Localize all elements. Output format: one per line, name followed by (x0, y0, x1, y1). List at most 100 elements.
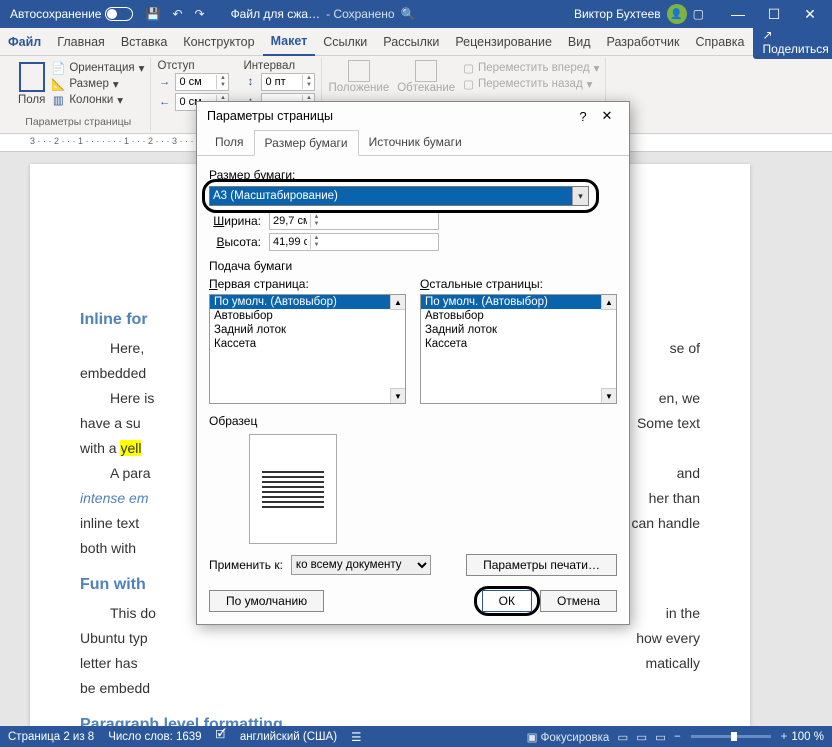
saved-status: - Сохранено (326, 7, 394, 21)
tab-home[interactable]: Главная (49, 29, 113, 55)
default-button[interactable]: По умолчанию (209, 590, 324, 612)
user-name: Виктор Бухтеев (574, 7, 661, 21)
undo-icon[interactable]: ↶ (166, 3, 188, 25)
statusbar: Страница 2 из 8 Число слов: 1639 🗹 англи… (0, 726, 832, 747)
dialog-help-icon[interactable]: ? (571, 109, 595, 124)
status-proofing-icon[interactable]: 🗹 (216, 727, 226, 746)
status-page[interactable]: Страница 2 из 8 (8, 731, 94, 743)
scroll-down-icon[interactable]: ▼ (601, 388, 616, 403)
scroll-up-icon[interactable]: ▲ (601, 295, 616, 310)
ok-button[interactable]: ОК (482, 590, 532, 612)
tab-design[interactable]: Конструктор (175, 29, 262, 55)
read-mode-icon[interactable]: ▭ (617, 730, 628, 744)
zoom-out-icon[interactable]: − (674, 731, 681, 743)
save-icon[interactable]: 💾 (139, 3, 166, 25)
maximize-icon[interactable]: ☐ (756, 6, 792, 23)
tab-references[interactable]: Ссылки (315, 29, 375, 55)
move-backward-button: ▢ Переместить назад ▾ (463, 76, 599, 92)
cancel-button[interactable]: Отмена (540, 590, 617, 612)
minimize-icon[interactable]: — (720, 6, 756, 23)
wrap-button: Обтекание (397, 60, 455, 94)
list-item[interactable]: Задний лоток (210, 323, 405, 337)
preview-label: Образец (209, 414, 617, 428)
scroll-down-icon[interactable]: ▼ (390, 388, 405, 403)
tab-file[interactable]: Файл (0, 29, 49, 55)
height-label: Высота: (209, 235, 269, 249)
web-layout-icon[interactable]: ▭ (655, 730, 666, 744)
dialog-tab-paper[interactable]: Размер бумаги (254, 130, 359, 156)
ribbon-group-label: Параметры страницы (12, 116, 144, 129)
columns-button[interactable]: ▥Колонки ▾ (51, 92, 144, 108)
zoom-in-icon[interactable]: + (781, 731, 788, 743)
list-item[interactable]: По умолч. (Автовыбор) (421, 295, 616, 309)
chevron-down-icon[interactable]: ▾ (572, 187, 588, 205)
ribbon-group-page: Поля 📄Ориентация ▾ 📐Размер ▾ ▥Колонки ▾ … (6, 58, 151, 131)
first-page-label: Первая страница: (209, 277, 406, 291)
heading-paragraph: Paragraph level formatting (80, 713, 700, 726)
dialog-tab-margins[interactable]: Поля (205, 130, 254, 155)
menu-tabs: Файл Главная Вставка Конструктор Макет С… (0, 28, 832, 56)
spacing-before-input[interactable]: ▲▼ (261, 73, 315, 91)
dialog-titlebar: Параметры страницы ? ✕ (197, 102, 629, 130)
list-item[interactable]: Кассета (210, 337, 405, 351)
ribbon-display-icon[interactable]: ▢ (687, 3, 710, 25)
page-setup-dialog: Параметры страницы ? ✕ Поля Размер бумаг… (196, 101, 630, 625)
print-layout-icon[interactable]: ▭ (636, 730, 647, 744)
toggle-icon[interactable] (105, 7, 133, 21)
list-item[interactable]: По умолч. (Автовыбор) (210, 295, 405, 309)
paper-size-value: A3 (Масштабирование) (213, 190, 338, 202)
dialog-title-text: Параметры страницы (207, 109, 571, 123)
width-label: Ширина: (209, 214, 269, 228)
zoom-slider[interactable] (691, 735, 771, 738)
search-icon[interactable]: 🔍 (395, 3, 422, 25)
position-button: Положение (328, 60, 389, 94)
titlebar: Автосохранение 💾 ↶ ↷ Файл для сжа… - Сох… (0, 0, 832, 28)
spacing-label: Интервал (243, 60, 315, 72)
margins-button[interactable]: Поля (12, 60, 51, 116)
indent-label: Отступ (157, 60, 229, 72)
user-account[interactable]: Виктор Бухтеев 👤 (574, 4, 687, 24)
paper-size-select[interactable]: A3 (Масштабирование) ▾ (209, 186, 589, 206)
height-input[interactable]: ▲▼ (269, 233, 439, 251)
print-params-button[interactable]: Параметры печати… (466, 554, 617, 576)
orientation-button[interactable]: 📄Ориентация ▾ (51, 60, 144, 76)
tab-view[interactable]: Вид (560, 29, 599, 55)
dialog-tab-source[interactable]: Источник бумаги (359, 130, 472, 155)
width-input[interactable]: ▲▼ (269, 212, 439, 230)
indent-left-input[interactable]: ▲▼ (175, 73, 229, 91)
paper-size-label: Размер бумаги: (209, 168, 617, 182)
tab-mailings[interactable]: Рассылки (375, 29, 447, 55)
dialog-close-icon[interactable]: ✕ (595, 108, 619, 124)
other-pages-label: Остальные страницы: (420, 277, 617, 291)
share-button[interactable]: ↗ Поделиться (753, 25, 832, 59)
preview-icon (249, 434, 337, 544)
tab-developer[interactable]: Разработчик (599, 29, 688, 55)
tab-help[interactable]: Справка (687, 29, 752, 55)
dialog-tabs: Поля Размер бумаги Источник бумаги (197, 130, 629, 156)
close-icon[interactable]: ✕ (792, 6, 828, 23)
list-item[interactable]: Автовыбор (210, 309, 405, 323)
focus-mode-button[interactable]: ▣ Фокусировка (527, 730, 610, 744)
apply-select[interactable]: ко всему документу (291, 555, 431, 575)
margins-label: Поля (18, 94, 45, 106)
scroll-up-icon[interactable]: ▲ (390, 295, 405, 310)
redo-icon[interactable]: ↷ (189, 3, 211, 25)
feed-label: Подача бумаги (209, 259, 617, 273)
zoom-level[interactable]: 100 % (791, 731, 824, 743)
tab-layout[interactable]: Макет (263, 28, 316, 56)
list-item[interactable]: Кассета (421, 337, 616, 351)
tab-insert[interactable]: Вставка (113, 29, 175, 55)
other-pages-listbox[interactable]: ▲ По умолч. (Автовыбор) Автовыбор Задний… (420, 294, 617, 404)
size-button[interactable]: 📐Размер ▾ (51, 76, 144, 92)
status-language[interactable]: английский (США) (240, 731, 337, 743)
filename: Файл для сжа… (231, 7, 321, 21)
list-item[interactable]: Задний лоток (421, 323, 616, 337)
tab-review[interactable]: Рецензирование (447, 29, 560, 55)
list-item[interactable]: Автовыбор (421, 309, 616, 323)
autosave-toggle[interactable]: Автосохранение (4, 7, 139, 21)
status-words[interactable]: Число слов: 1639 (108, 731, 201, 743)
status-accessibility-icon[interactable]: ☰ (351, 730, 361, 744)
avatar-icon: 👤 (667, 4, 687, 24)
first-page-listbox[interactable]: ▲ По умолч. (Автовыбор) Автовыбор Задний… (209, 294, 406, 404)
autosave-label: Автосохранение (10, 7, 101, 21)
